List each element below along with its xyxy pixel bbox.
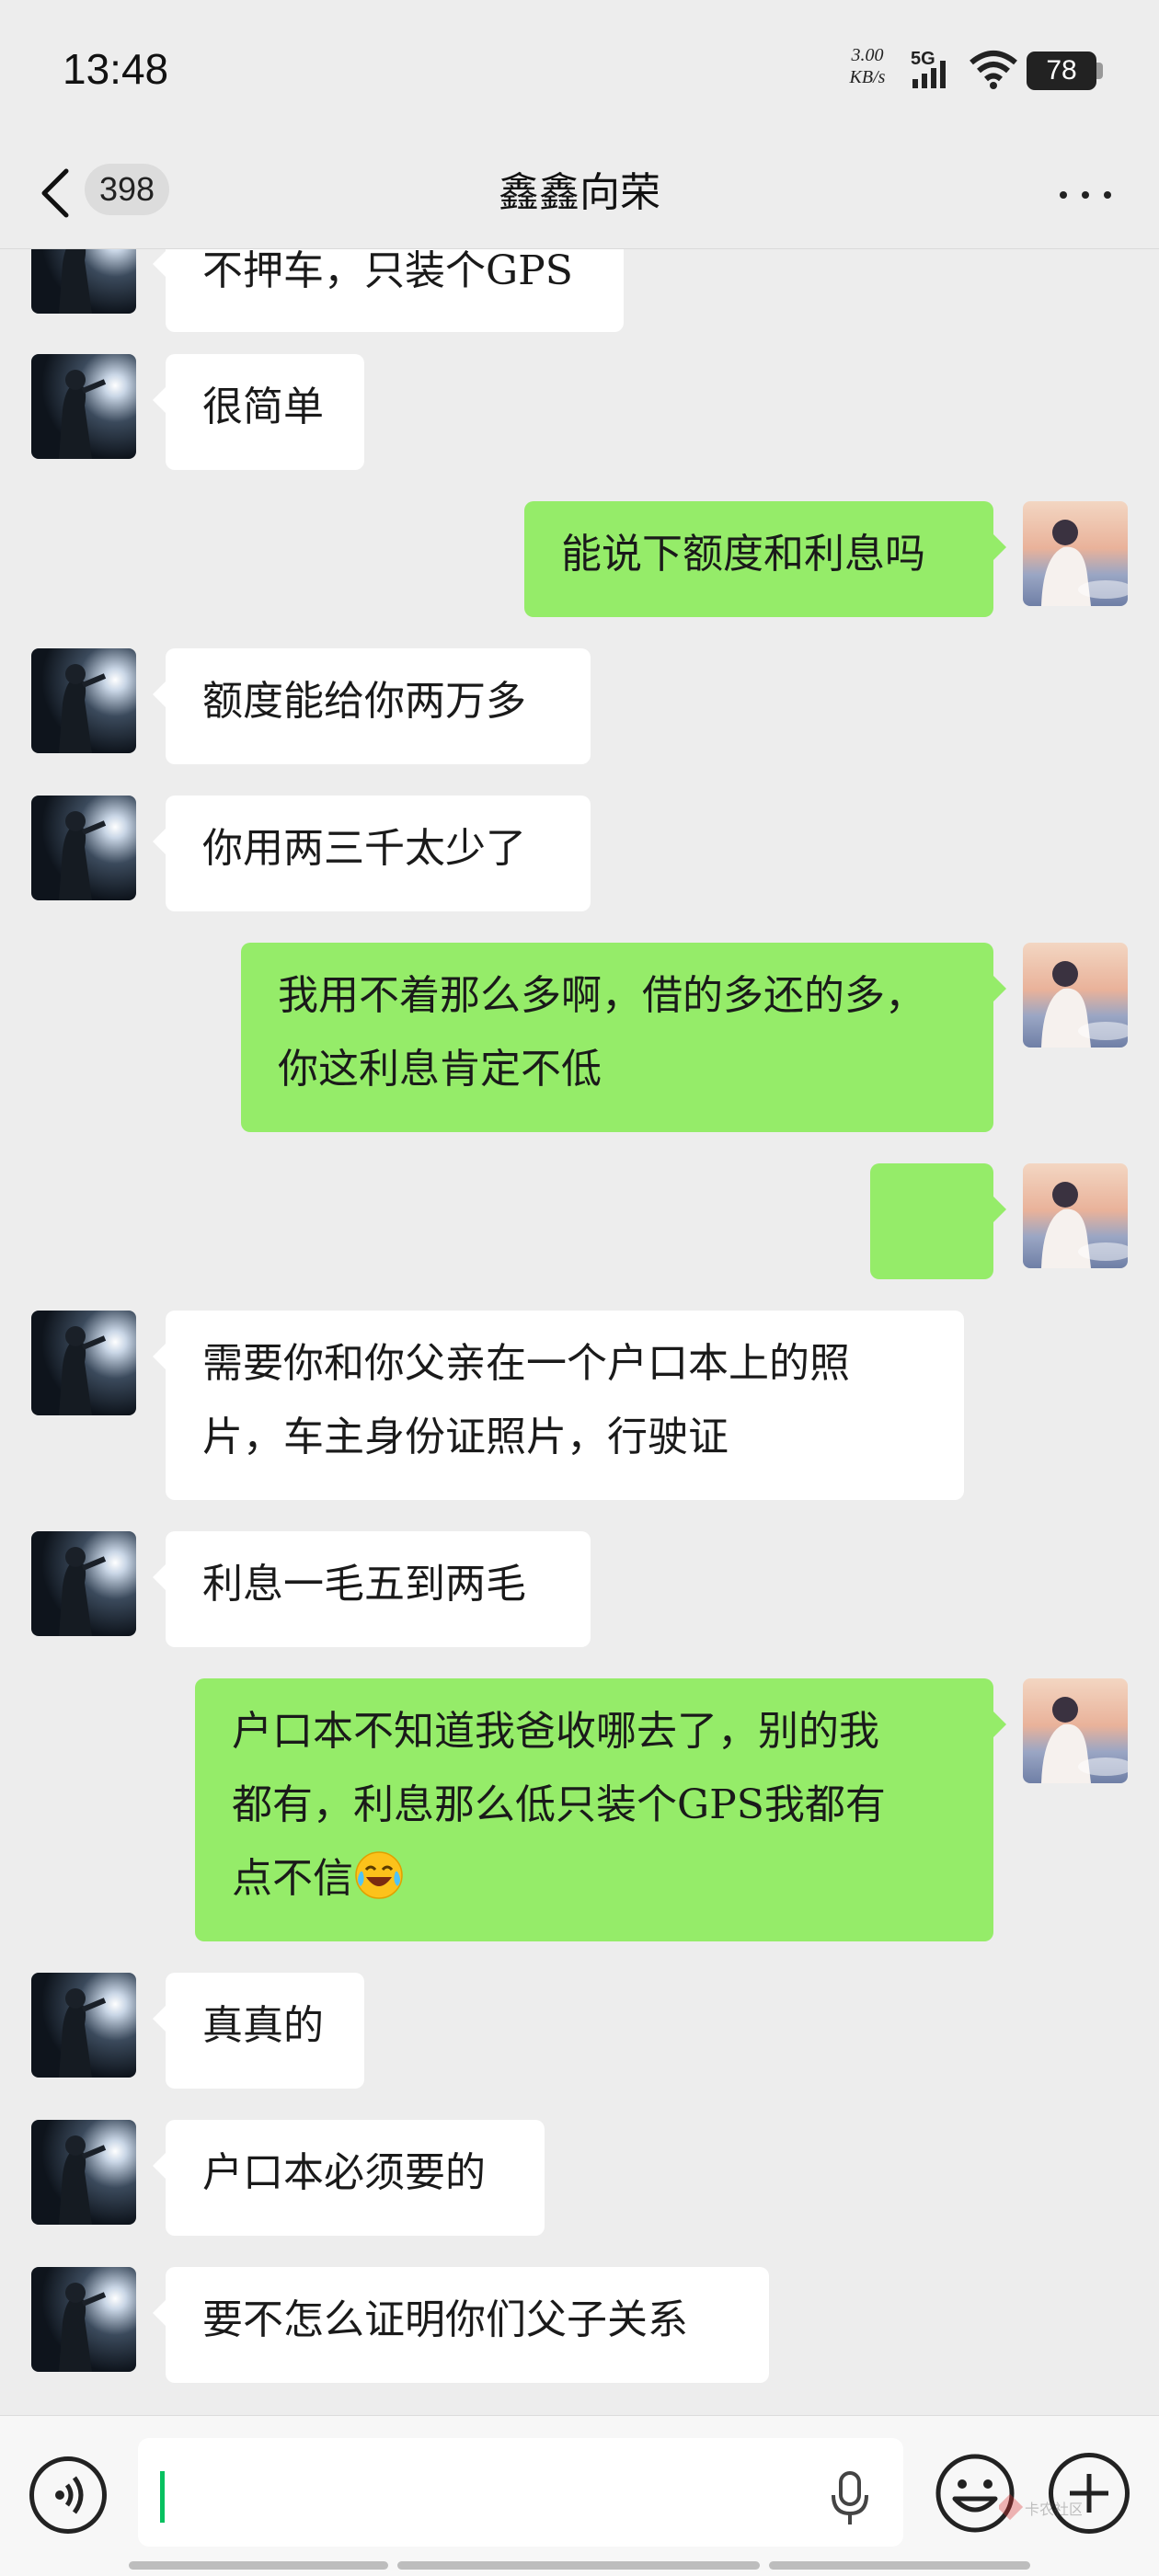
my-avatar[interactable] — [1023, 943, 1128, 1048]
network-speed-value: 3.00 — [851, 45, 884, 65]
voice-input-button[interactable] — [29, 2456, 107, 2534]
contact-avatar[interactable] — [31, 2267, 136, 2372]
message-bubble[interactable]: 能说下额度和利息吗 — [524, 501, 1006, 617]
message-bubble[interactable]: 利息一毛五到两毛 — [153, 1531, 591, 1647]
svg-text:卡农社区: 卡农社区 — [1025, 2501, 1082, 2518]
gesture-bar — [129, 2561, 388, 2570]
my-avatar[interactable] — [1023, 1678, 1128, 1783]
battery-icon: 78 — [1027, 52, 1096, 90]
chat-title: 鑫鑫向荣 — [499, 169, 660, 216]
message-list[interactable]: 不押车，只装个GPS 很简单 能说下额度和利息吗 额度能给你两万多 你用两三千太… — [0, 249, 1159, 2415]
battery-cap — [1096, 63, 1103, 79]
input-toolbar — [0, 2415, 1159, 2576]
message-text: 户口本不知道我爸收哪去了，别的我 都有，利息那么低只装个GPS我都有 点不信 — [232, 1708, 886, 1902]
contact-avatar[interactable] — [31, 354, 136, 459]
my-avatar[interactable] — [1023, 1163, 1128, 1268]
status-time: 13:48 — [63, 45, 169, 93]
contact-avatar[interactable] — [31, 648, 136, 753]
microphone-icon[interactable] — [830, 2471, 870, 2526]
contact-avatar[interactable] — [31, 2120, 136, 2225]
message-input[interactable] — [138, 2438, 903, 2547]
cellular-signal-icon: 5G — [911, 48, 962, 96]
message-bubble[interactable]: 额度能给你两万多 — [153, 648, 591, 764]
message-bubble[interactable]: 要不怎么证明你们父子关系 — [153, 2267, 769, 2383]
more-dot-icon — [1104, 191, 1111, 199]
message-bubble[interactable]: 真真的 — [153, 1973, 364, 2089]
unread-count-badge[interactable]: 398 — [85, 164, 169, 215]
contact-avatar[interactable] — [31, 1311, 136, 1415]
more-dot-icon — [1060, 191, 1067, 199]
back-button[interactable] — [37, 158, 92, 228]
message-bubble[interactable]: 户口本必须要的 — [153, 2120, 545, 2236]
voice-icon — [55, 2476, 84, 2514]
contact-avatar[interactable] — [31, 1531, 136, 1636]
contact-avatar[interactable] — [31, 1973, 136, 2078]
chat-header: 398 鑫鑫向荣 — [0, 138, 1159, 249]
network-type-label: 5G — [911, 49, 935, 69]
status-bar: 13:48 3.00 KB/s 5G 78 — [0, 0, 1159, 138]
more-options-button[interactable] — [1054, 167, 1119, 219]
text-cursor — [160, 2471, 165, 2523]
more-dot-icon — [1082, 191, 1089, 199]
message-bubble[interactable]: 需要你和你父亲在一个户口本上的照 片，车主身份证照片，行驶证 — [153, 1311, 964, 1500]
message-bubble[interactable]: 不押车，只装个GPS — [153, 249, 624, 332]
wifi-icon — [968, 50, 1019, 94]
message-bubble[interactable]: 很简单 — [153, 354, 364, 470]
message-bubble[interactable]: 户口本不知道我爸收哪去了，别的我 都有，利息那么低只装个GPS我都有 点不信 — [195, 1678, 1006, 1941]
my-avatar[interactable] — [1023, 501, 1128, 606]
message-bubble[interactable]: 你用两三千太少了 — [153, 796, 591, 911]
network-speed-unit: KB/s — [849, 67, 886, 87]
gesture-bar — [397, 2561, 760, 2570]
watermark-logo: 卡农社区 — [999, 2494, 1082, 2521]
network-speed: 3.00 KB/s — [844, 44, 890, 88]
chevron-left-icon — [41, 168, 69, 218]
laughing-crying-emoji-icon — [353, 1849, 405, 1901]
message-bubble[interactable] — [870, 1163, 1006, 1399]
contact-avatar[interactable] — [31, 249, 136, 314]
message-bubble[interactable]: 我用不着那么多啊，借的多还的多， 你这利息肯定不低 — [241, 943, 1006, 1132]
gesture-bar — [769, 2561, 1030, 2570]
contact-avatar[interactable] — [31, 796, 136, 900]
